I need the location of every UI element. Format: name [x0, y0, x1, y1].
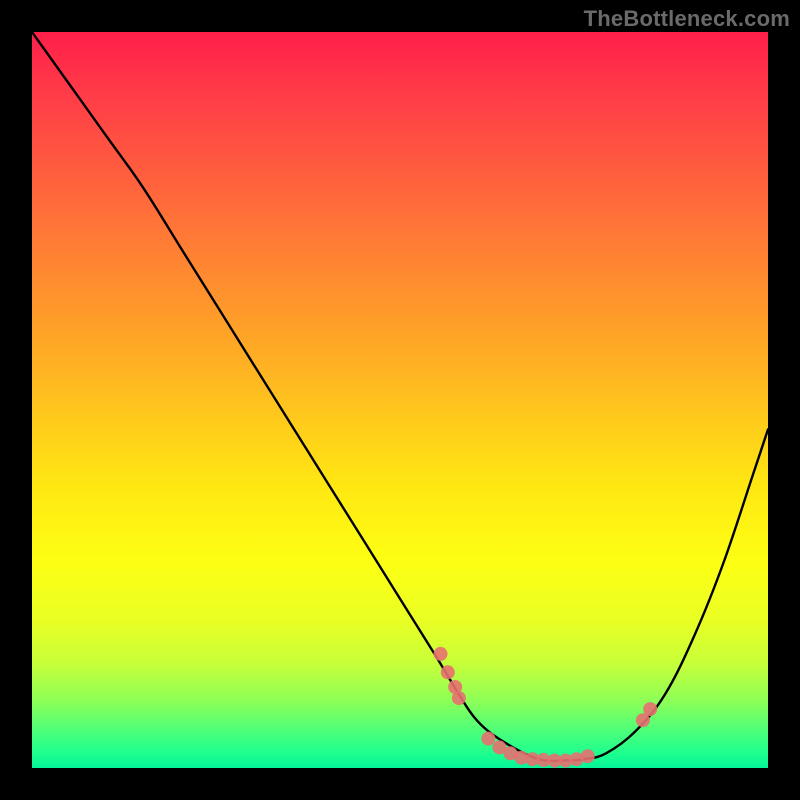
plot-area — [32, 32, 768, 768]
chart-canvas: TheBottleneck.com — [0, 0, 800, 800]
bottleneck-curve — [32, 32, 768, 761]
data-marker — [643, 702, 657, 716]
curve-overlay — [32, 32, 768, 768]
data-marker — [581, 749, 595, 763]
data-marker — [481, 732, 495, 746]
watermark-label: TheBottleneck.com — [584, 6, 790, 32]
data-marker — [452, 691, 466, 705]
data-marker — [441, 665, 455, 679]
data-marker — [434, 647, 448, 661]
